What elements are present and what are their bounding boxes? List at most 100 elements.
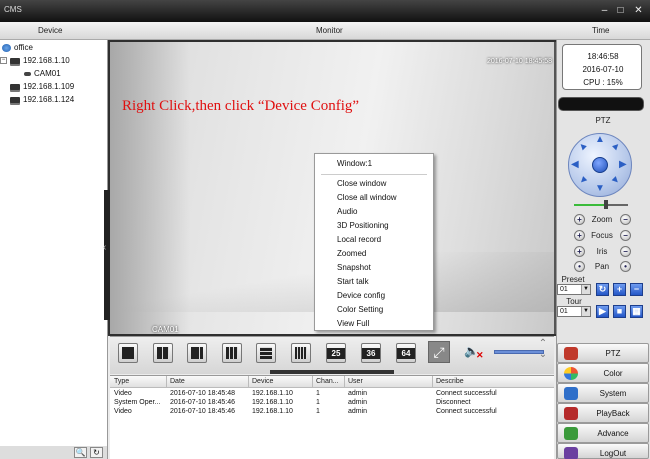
tree-device[interactable]: 192.168.1.124 xyxy=(10,95,74,104)
tree-device[interactable]: 192.168.1.109 xyxy=(10,82,74,91)
preset-remove-button[interactable]: − xyxy=(630,283,643,296)
menu-item-snapshot[interactable]: Snapshot xyxy=(337,263,371,272)
ptz-up-icon[interactable]: ▲ xyxy=(595,134,605,145)
zoom-in-button[interactable]: + xyxy=(574,214,585,225)
menu-item-local-record[interactable]: Local record xyxy=(337,235,381,244)
preset-select[interactable]: 01 ▼ xyxy=(557,284,591,295)
search-button[interactable]: 🔍 xyxy=(74,447,87,458)
osd-timestamp: 2016-07-10 18:45:58 xyxy=(487,58,552,65)
table-row[interactable]: System Oper... 2016-07-10 18:45:46 192.1… xyxy=(110,399,554,408)
menu-item-zoomed[interactable]: Zoomed xyxy=(337,249,366,258)
nav-advance-button[interactable]: Advance xyxy=(557,423,649,443)
group-label: office xyxy=(14,43,33,52)
layout-36-button[interactable]: 36 xyxy=(361,343,381,363)
instruction-text: Right Click,then click “Device Config” xyxy=(122,98,360,114)
time-header: Time xyxy=(592,26,610,35)
nav-system-label: System xyxy=(599,389,627,398)
tour-stop-button[interactable]: ■ xyxy=(613,305,626,318)
tree-channel[interactable]: CAM01 xyxy=(24,69,61,78)
cell-user: admin xyxy=(348,399,368,406)
cell-describe: Connect successful xyxy=(436,390,497,397)
ptz-right-icon[interactable]: ▶ xyxy=(619,159,627,170)
layout-16-button[interactable] xyxy=(291,343,311,363)
iris-open-button[interactable]: + xyxy=(574,246,585,257)
col-describe[interactable]: Describe xyxy=(436,378,464,385)
cell-type: System Oper... xyxy=(114,399,161,406)
tree-toolbar: 🔍 ↻ xyxy=(0,446,108,459)
ptz-center-button[interactable] xyxy=(592,157,608,173)
cpu-usage: CPU : 15% xyxy=(583,78,623,87)
ptz-title: PTZ xyxy=(595,116,611,125)
refresh-button[interactable]: ↻ xyxy=(90,447,103,458)
maximize-button[interactable]: □ xyxy=(614,4,627,17)
preset-label: Preset xyxy=(561,275,585,284)
focus-in-button[interactable]: + xyxy=(574,230,585,241)
cell-device: 192.168.1.10 xyxy=(252,408,293,415)
tree-group[interactable]: office xyxy=(2,43,33,52)
layout-9-button[interactable] xyxy=(222,343,242,363)
col-divider xyxy=(248,376,249,388)
menu-item-device-config[interactable]: Device config xyxy=(337,291,385,300)
volume-knob[interactable]: ⌃ ⌄ xyxy=(536,338,550,372)
tree-device[interactable]: − 192.168.1.10 xyxy=(0,56,70,65)
layout-8-button[interactable] xyxy=(256,343,276,363)
iris-close-button[interactable]: − xyxy=(620,246,631,257)
pan-start-button[interactable]: • xyxy=(574,261,585,272)
nav-color-button[interactable]: Color xyxy=(557,363,649,383)
ptz-speed-knob[interactable] xyxy=(604,200,608,209)
menu-item-3d-positioning[interactable]: 3D Positioning xyxy=(337,221,389,230)
cell-date: 2016-07-10 18:45:46 xyxy=(170,399,235,406)
cell-channel: 1 xyxy=(316,390,320,397)
ptz-down-icon[interactable]: ▼ xyxy=(595,183,605,194)
zoom-out-button[interactable]: − xyxy=(620,214,631,225)
cell-type: Video xyxy=(114,390,132,397)
table-row[interactable]: Video 2016-07-10 18:45:48 192.168.1.10 1… xyxy=(110,390,554,399)
preset-add-button[interactable]: + xyxy=(613,283,626,296)
col-user[interactable]: User xyxy=(348,378,363,385)
window-title: CMS xyxy=(4,5,22,14)
menu-item-close-window[interactable]: Close window xyxy=(337,179,386,188)
menu-item-start-talk[interactable]: Start talk xyxy=(337,277,369,286)
nav-playback-button[interactable]: PlayBack xyxy=(557,403,649,423)
layout-1-button[interactable] xyxy=(118,343,138,363)
nav-logout-button[interactable]: LogOut xyxy=(557,443,649,459)
cell-user: admin xyxy=(348,390,368,397)
layout-4-button[interactable] xyxy=(153,343,173,363)
menu-item-audio[interactable]: Audio xyxy=(337,207,357,216)
iris-label: Iris xyxy=(596,247,608,256)
col-device[interactable]: Device xyxy=(252,378,273,385)
table-row[interactable]: Video 2016-07-10 18:45:46 192.168.1.10 1… xyxy=(110,408,554,417)
col-channel[interactable]: Chan... xyxy=(316,378,339,385)
menu-item-color-setting[interactable]: Color Setting xyxy=(337,305,383,314)
cell-channel: 1 xyxy=(316,399,320,406)
layout-64-button[interactable]: 64 xyxy=(396,343,416,363)
panel-collapse-handle[interactable]: ‹ xyxy=(103,190,110,320)
col-date[interactable]: Date xyxy=(170,378,185,385)
dvr-icon xyxy=(10,83,20,90)
tour-value: 01 xyxy=(560,308,568,315)
focus-out-button[interactable]: − xyxy=(620,230,631,241)
pan-stop-button[interactable]: • xyxy=(620,261,631,272)
split-handle[interactable] xyxy=(270,370,394,374)
tour-play-button[interactable]: ▶ xyxy=(596,305,609,318)
tour-grid-button[interactable]: ▦ xyxy=(630,305,643,318)
nav-system-button[interactable]: System xyxy=(557,383,649,403)
minimize-button[interactable]: – xyxy=(598,4,611,17)
tour-select[interactable]: 01 ▼ xyxy=(557,306,591,317)
close-button[interactable]: ✕ xyxy=(632,4,645,17)
col-divider xyxy=(432,376,433,388)
preset-call-button[interactable]: ↻ xyxy=(596,283,609,296)
col-type[interactable]: Type xyxy=(114,378,129,385)
col-divider xyxy=(166,376,167,388)
system-icon xyxy=(564,387,578,400)
layout-6-button[interactable] xyxy=(187,343,207,363)
menu-item-close-all-window[interactable]: Close all window xyxy=(337,193,397,202)
nav-ptz-button[interactable]: PTZ xyxy=(557,343,649,363)
layout-25-button[interactable]: 25 xyxy=(326,343,346,363)
fullscreen-icon[interactable]: ⤢ xyxy=(428,341,450,363)
menu-item-view-full[interactable]: View Full xyxy=(337,319,369,328)
monitor-header: Monitor xyxy=(316,26,343,35)
clock-date: 2016-07-10 xyxy=(582,65,624,74)
ptz-left-icon[interactable]: ◀ xyxy=(571,159,579,170)
collapse-icon[interactable]: − xyxy=(0,57,7,64)
